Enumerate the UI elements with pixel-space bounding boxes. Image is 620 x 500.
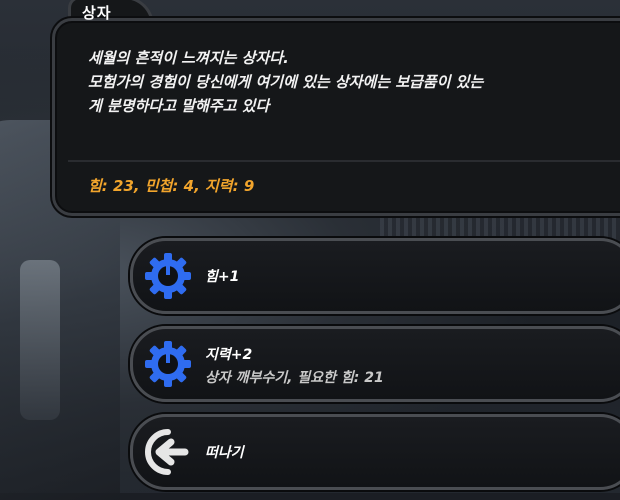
event-description-line: 세월의 흔적이 느껴지는 상자다. [88, 49, 289, 67]
event-description-line: 모험가의 경험이 당신에게 여기에 있는 상자에는 보급품이 있는 [88, 73, 484, 91]
choice-requirement: 상자 깨부수기, 필요한 힘: 21 [205, 370, 384, 386]
gear-icon [141, 337, 195, 391]
exit-arrow-icon [141, 425, 195, 479]
choice-label: 지력+2 [205, 347, 253, 363]
event-description: 세월의 흔적이 느껴지는 상자다. 모험가의 경험이 당신에게 여기에 있는 상… [88, 46, 608, 118]
event-title: 상자 [82, 4, 112, 22]
event-description-line: 게 분명하다고 말해주고 있다 [88, 97, 270, 115]
choice-label: 떠나기 [205, 445, 244, 461]
choice-strength-plus-one[interactable]: 힘+1 [130, 238, 620, 314]
choice-leave[interactable]: 떠나기 [130, 414, 620, 490]
background-character-detail [20, 260, 60, 420]
panel-divider [68, 160, 620, 162]
gear-icon [141, 249, 195, 303]
player-stats: 힘: 23, 민첩: 4, 지력: 9 [88, 177, 255, 195]
choice-label: 힘+1 [205, 269, 240, 285]
choice-break-box[interactable]: 지력+2 상자 깨부수기, 필요한 힘: 21 [130, 326, 620, 402]
